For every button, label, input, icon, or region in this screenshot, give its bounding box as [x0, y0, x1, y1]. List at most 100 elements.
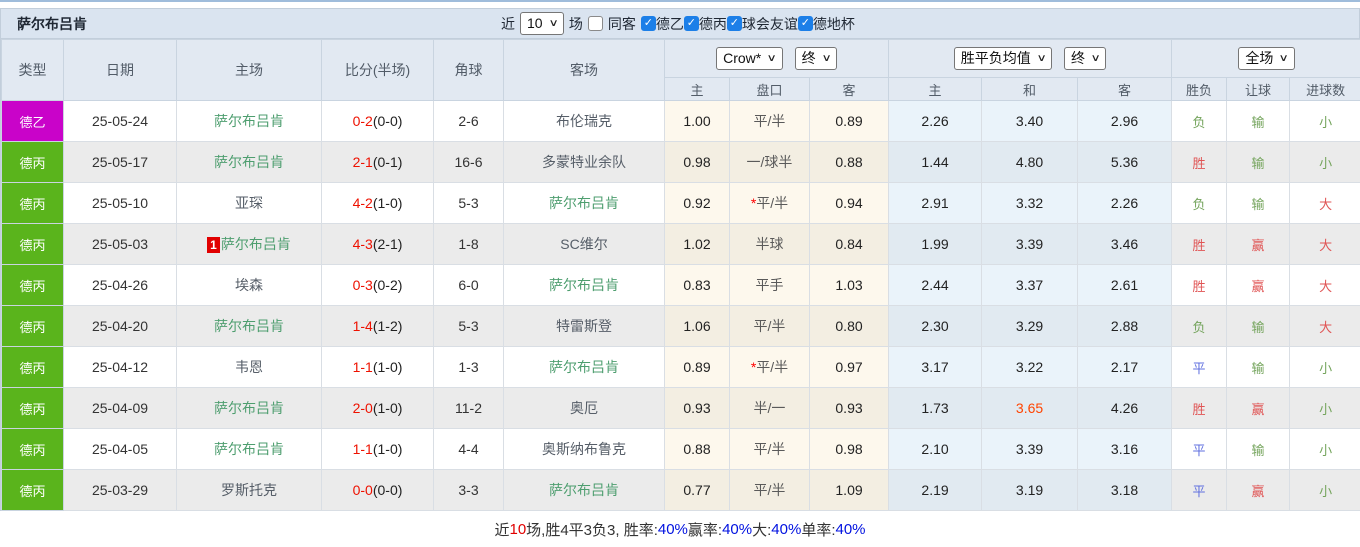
result-wdl-cell: 平: [1171, 469, 1228, 511]
bookmaker-select[interactable]: Crow* ∨: [716, 47, 783, 70]
corner-cell: 5-3: [433, 305, 504, 347]
table-row: 德丙 25-05-10 亚琛 4-2(1-0) 5-3 萨尔布吕肯 0.92 *平/半 0.94…: [1, 182, 1360, 224]
table-row: 德丙 25-04-26 埃森 0-3(0-2) 6-0 萨尔布吕肯 0.83 平手 1.03 2.…: [1, 264, 1360, 306]
avg-home-odds-cell: 2.19: [888, 469, 983, 511]
result-goals-cell: 大: [1289, 182, 1360, 224]
star-icon: *: [750, 359, 757, 375]
result-goals-cell: 小: [1289, 387, 1360, 429]
handicap-line-cell: 平/半: [729, 100, 810, 142]
home-team-cell: 亚琛: [176, 182, 322, 224]
avg-home-odds-cell: 1.44: [888, 141, 983, 183]
avg-away-odds-cell: 3.18: [1077, 469, 1173, 511]
league-checkbox[interactable]: ✓: [640, 16, 656, 31]
result-wdl-cell: 平: [1171, 346, 1228, 388]
avg-draw-odds-cell: 3.22: [981, 346, 1079, 388]
sub-header-handicap-away: 客: [808, 77, 890, 101]
summary-segment: 大:: [752, 521, 772, 539]
away-team-cell: 萨尔布吕肯: [503, 182, 665, 224]
league-checkbox-label: 德地杯: [812, 15, 855, 32]
league-checkbox[interactable]: ✓: [726, 16, 742, 31]
score-cell: 0-3(0-2): [321, 264, 434, 306]
handicap-odds-home-cell: 0.89: [664, 346, 730, 388]
sub-header-handicap-home: 主: [664, 77, 730, 101]
team-name: 布伦瑞克: [556, 113, 612, 129]
date-cell: 25-05-17: [63, 141, 177, 183]
handicap-line-cell: 一/球半: [729, 141, 810, 183]
result-let-cell: 输: [1226, 346, 1291, 388]
away-team-cell: SC维尔: [503, 223, 665, 265]
team-name: 多蒙特业余队: [542, 154, 626, 170]
date-cell: 25-04-05: [63, 428, 177, 470]
score-cell: 0-2(0-0): [321, 100, 434, 142]
handicap-line-cell: 平手: [729, 264, 810, 306]
date-cell: 25-05-03: [63, 223, 177, 265]
date-cell: 25-05-24: [63, 100, 177, 142]
table-row: 德丙 25-04-09 萨尔布吕肯 2-0(1-0) 11-2 奥厄 0.93 半/一 0.93…: [1, 387, 1360, 429]
away-team-cell: 布伦瑞克: [503, 100, 665, 142]
star-icon: *: [750, 195, 757, 211]
date-cell: 25-05-10: [63, 182, 177, 224]
avg-away-odds-cell: 2.17: [1077, 346, 1173, 388]
score-cell: 1-1(1-0): [321, 346, 434, 388]
average-period-select[interactable]: 终 ∨: [1064, 47, 1107, 70]
table-row: 德丙 25-04-12 韦恩 1-1(1-0) 1-3 萨尔布吕肯 0.89 *平/半 0.97…: [1, 346, 1360, 388]
sub-header-avg-draw: 和: [981, 77, 1079, 101]
average-odds-value: 胜平负均值: [960, 50, 1031, 66]
top-divider: [0, 0, 1360, 2]
team-name: SC维尔: [560, 236, 608, 252]
avg-draw-odds-cell: 3.39: [981, 428, 1079, 470]
team-name: 萨尔布吕肯: [220, 236, 291, 252]
recent-count-select[interactable]: 10 ∨: [520, 12, 564, 35]
team-name: 埃森: [235, 277, 263, 293]
league-checkbox[interactable]: ✓: [797, 16, 813, 31]
home-team-cell: 萨尔布吕肯: [176, 305, 322, 347]
bookmaker-period-select[interactable]: 终 ∨: [794, 47, 837, 70]
team-name: 奥斯纳布鲁克: [542, 441, 626, 457]
result-goals-cell: 小: [1289, 469, 1360, 511]
sub-header-avg-home: 主: [888, 77, 983, 101]
recent-count-value: 10: [527, 15, 543, 31]
score-cell: 0-0(0-0): [321, 469, 434, 511]
handicap-odds-away-cell: 0.80: [808, 305, 890, 347]
handicap-odds-away-cell: 0.89: [808, 100, 890, 142]
date-cell: 25-04-26: [63, 264, 177, 306]
summary-segment: 场,胜4平3负3, 胜率:: [526, 521, 658, 539]
result-goals-cell: 大: [1289, 264, 1360, 306]
average-odds-select[interactable]: 胜平负均值 ∨: [953, 47, 1053, 70]
date-cell: 25-04-09: [63, 387, 177, 429]
team-name: 萨尔布吕肯: [214, 441, 284, 457]
corner-cell: 4-4: [433, 428, 504, 470]
home-team-cell: 萨尔布吕肯: [176, 100, 322, 142]
summary-segment: 40%: [722, 520, 753, 538]
date-cell: 25-03-29: [63, 469, 177, 511]
team-name: 萨尔布吕肯: [549, 482, 619, 498]
type-badge-cell: 德丙: [1, 305, 64, 347]
away-team-cell: 萨尔布吕肯: [503, 264, 665, 306]
handicap-odds-home-cell: 0.77: [664, 469, 730, 511]
league-checkbox-label: 球会友谊: [741, 15, 798, 32]
result-goals-cell: 小: [1289, 428, 1360, 470]
col-header-type: 类型: [1, 39, 64, 101]
type-badge-cell: 德丙: [1, 469, 64, 511]
avg-away-odds-cell: 2.61: [1077, 264, 1173, 306]
avg-away-odds-cell: 2.88: [1077, 305, 1173, 347]
table-row: 德丙 25-03-29 罗斯托克 0-0(0-0) 3-3 萨尔布吕肯 0.77 平/半 1.0…: [1, 469, 1360, 511]
col-header-away: 客场: [503, 39, 665, 101]
result-let-cell: 输: [1226, 141, 1291, 183]
same-venue-checkbox[interactable]: ✓: [587, 16, 603, 31]
handicap-odds-away-cell: 0.84: [808, 223, 890, 265]
handicap-odds-home-cell: 0.98: [664, 141, 730, 183]
result-scope-select[interactable]: 全场 ∨: [1238, 47, 1295, 70]
handicap-line-cell: *平/半: [729, 182, 810, 224]
team-name: 亚琛: [235, 195, 263, 211]
league-checkbox[interactable]: ✓: [683, 16, 699, 31]
corner-cell: 2-6: [433, 100, 504, 142]
handicap-line-cell: 平/半: [729, 305, 810, 347]
corner-cell: 3-3: [433, 469, 504, 511]
halftime-score: (0-0): [372, 482, 403, 498]
result-let-cell: 输: [1226, 305, 1291, 347]
type-badge-cell: 德丙: [1, 346, 64, 388]
result-goals-cell: 小: [1289, 141, 1360, 183]
result-goals-cell: 大: [1289, 305, 1360, 347]
handicap-line-cell: 半球: [729, 223, 810, 265]
